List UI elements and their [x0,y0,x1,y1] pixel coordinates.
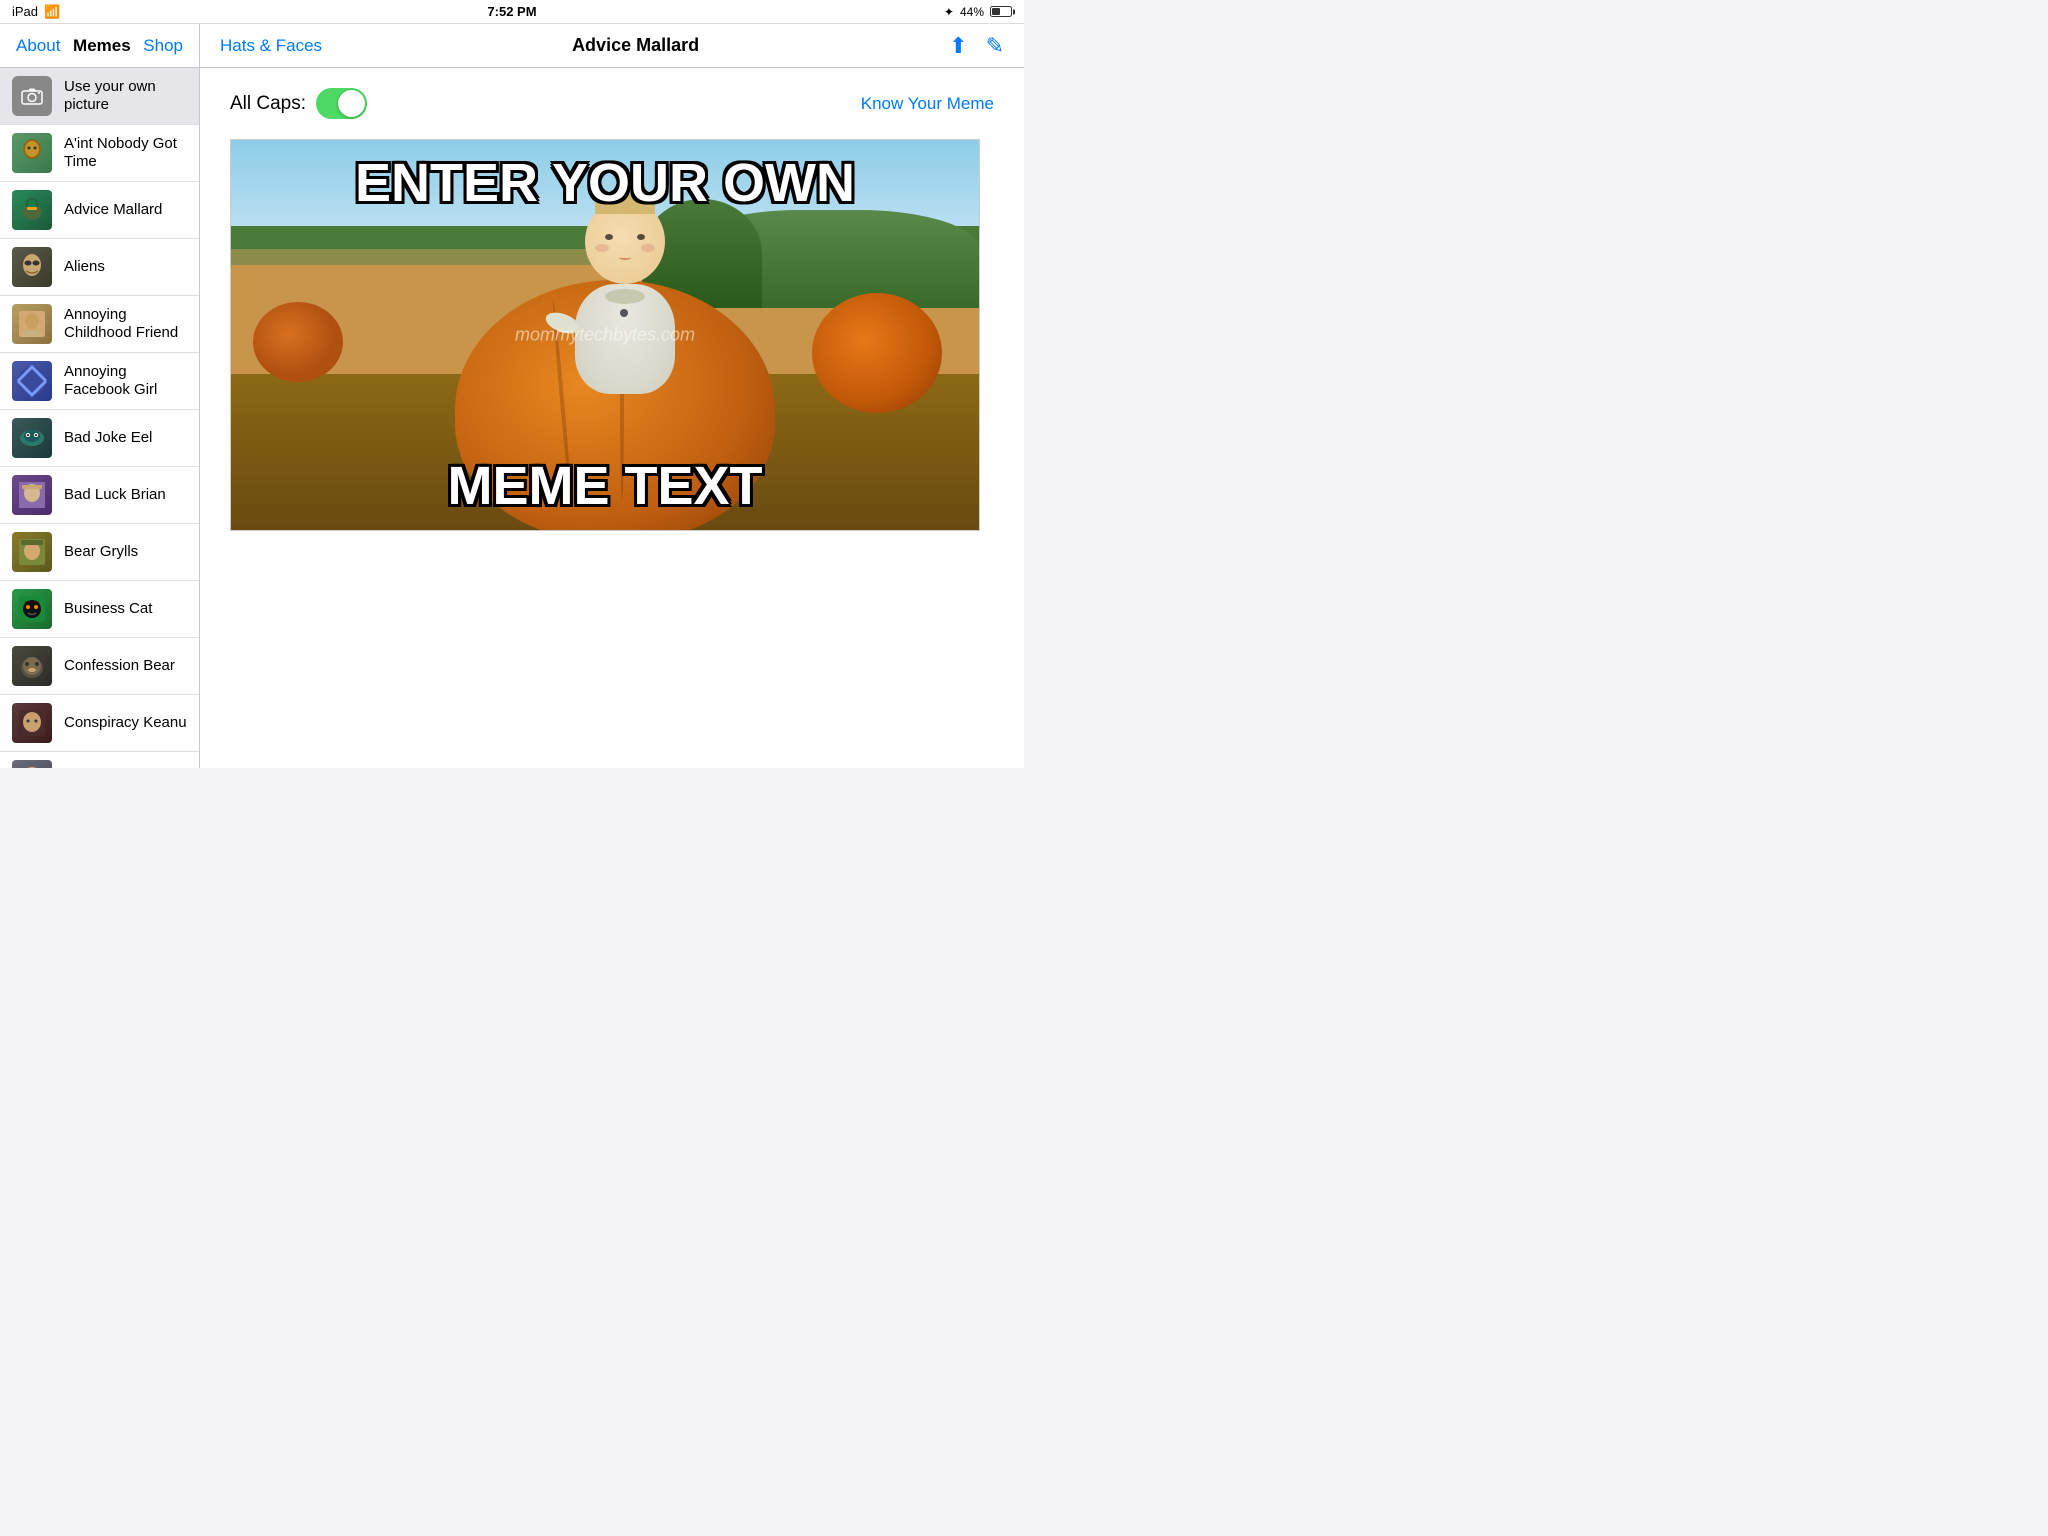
nav-left-section: About Memes Shop [0,24,200,67]
bad-joke-label: Bad Joke Eel [64,429,152,447]
sidebar-item-use-own[interactable]: Use your own picture [0,68,199,125]
battery-indicator [990,6,1012,17]
facebook-thumb [12,361,52,401]
status-left: iPad 📶 [12,4,60,20]
all-caps-label: All Caps: [230,93,306,115]
wifi-icon: 📶 [44,4,60,20]
confession-bear-thumb [12,646,52,686]
sidebar-item-business-cat[interactable]: Business Cat [0,581,199,638]
hats-faces-button[interactable]: Hats & Faces [220,36,322,56]
bad-luck-label: Bad Luck Brian [64,486,166,504]
sidebar-item-conspiracy-keanu[interactable]: Conspiracy Keanu [0,695,199,752]
sidebar-item-advice-mallard[interactable]: Advice Mallard [0,182,199,239]
memes-title: Memes [73,36,131,56]
status-bar: iPad 📶 7:52 PM ✦ 44% [0,0,1024,24]
share-icon[interactable]: ⬆ [949,33,967,59]
device-label: iPad [12,4,38,19]
bad-joke-thumb [12,418,52,458]
main-layout: Use your own picture A'int Nobody Got Ti… [0,68,1024,768]
sidebar-item-bad-luck-brian[interactable]: Bad Luck Brian [0,467,199,524]
sidebar-item-aliens[interactable]: Aliens [0,239,199,296]
pumpkin-small-right [812,293,942,413]
business-cat-label: Business Cat [64,600,152,618]
aint-label: A'int Nobody Got Time [64,135,187,171]
controls-row: All Caps: Know Your Meme [230,88,994,119]
sidebar-item-annoying-childhood[interactable]: Annoying Childhood Friend [0,296,199,353]
know-your-meme-link[interactable]: Know Your Meme [861,94,994,114]
aliens-thumb [12,247,52,287]
meme-container: mommytechbytes.com ENTER YOUR OWN MEME T… [230,139,980,531]
sidebar-item-facepalm[interactable]: Facepalm [0,752,199,768]
shop-button[interactable]: Shop [143,36,183,56]
annoying-facebook-label: Annoying Facebook Girl [64,363,187,399]
mallard-thumb [12,190,52,230]
battery-percent: 44% [960,5,984,19]
status-time: 7:52 PM [487,4,536,19]
use-own-label: Use your own picture [64,78,187,114]
about-button[interactable]: About [16,36,60,56]
sidebar-item-bad-joke-eel[interactable]: Bad Joke Eel [0,410,199,467]
bear-grylls-thumb [12,532,52,572]
business-cat-thumb [12,589,52,629]
aint-thumb [12,133,52,173]
bluetooth-icon: ✦ [944,5,954,19]
aliens-label: Aliens [64,258,105,276]
bear-grylls-label: Bear Grylls [64,543,138,561]
pumpkin-small-left [253,302,343,382]
edit-icon[interactable]: ✎ [986,33,1004,59]
content-area: All Caps: Know Your Meme [200,68,1024,768]
conspiracy-keanu-label: Conspiracy Keanu [64,714,187,732]
caps-control: All Caps: [230,88,367,119]
baby-figure [545,199,705,419]
nav-bar: About Memes Shop Hats & Faces Advice Mal… [0,24,1024,68]
sidebar: Use your own picture A'int Nobody Got Ti… [0,68,200,768]
sidebar-item-bear-grylls[interactable]: Bear Grylls [0,524,199,581]
meme-background: mommytechbytes.com ENTER YOUR OWN MEME T… [231,140,979,530]
all-caps-toggle[interactable] [316,88,367,119]
camera-thumb [12,76,52,116]
conspiracy-keanu-thumb [12,703,52,743]
advice-mallard-label: Advice Mallard [64,201,162,219]
annoying-childhood-label: Annoying Childhood Friend [64,306,187,342]
nav-title: Advice Mallard [572,35,699,56]
confession-bear-label: Confession Bear [64,657,175,675]
sidebar-item-confession-bear[interactable]: Confession Bear [0,638,199,695]
sidebar-item-annoying-facebook[interactable]: Annoying Facebook Girl [0,353,199,410]
toggle-knob [338,90,365,117]
facepalm-thumb [12,760,52,768]
childhood-thumb [12,304,52,344]
nav-action-icons: ⬆ ✎ [949,33,1004,59]
nav-right-section: Hats & Faces Advice Mallard ⬆ ✎ [200,24,1024,67]
status-right: ✦ 44% [944,5,1012,19]
bad-luck-thumb [12,475,52,515]
sidebar-item-aint[interactable]: A'int Nobody Got Time [0,125,199,182]
